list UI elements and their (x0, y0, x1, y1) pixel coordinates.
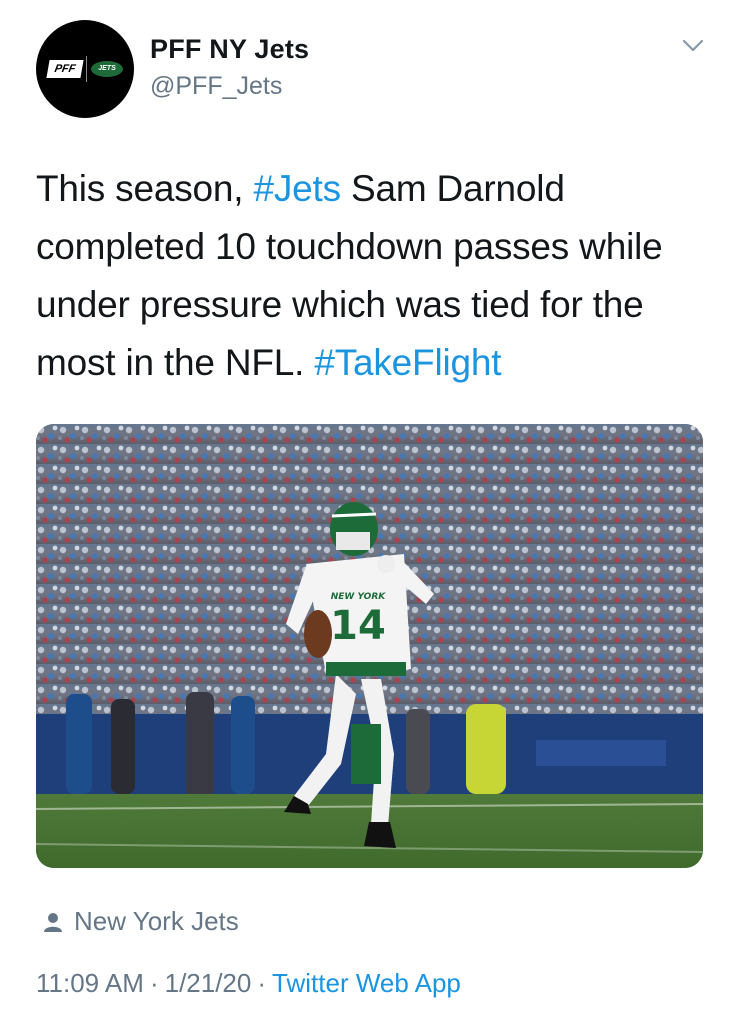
display-name[interactable]: PFF NY Jets (150, 34, 309, 65)
pff-logo: PFF (46, 60, 84, 78)
tweet-metadata: 11:09 AM · 1/21/20 · Twitter Web App (36, 968, 461, 999)
hashtag-takeflight[interactable]: #TakeFlight (314, 342, 501, 383)
logo-divider (86, 56, 87, 82)
user-handle[interactable]: @PFF_Jets (150, 72, 282, 101)
tweet-time[interactable]: 11:09 AM (36, 968, 144, 998)
chevron-down-icon[interactable] (682, 38, 704, 54)
avatar[interactable]: PFF JETS (36, 20, 134, 118)
tweet-source[interactable]: Twitter Web App (272, 968, 461, 998)
tweet-photo[interactable]: NEW YORK 14 (36, 424, 703, 868)
football-photo: NEW YORK 14 (36, 424, 703, 868)
tagged-user-name[interactable]: New York Jets (74, 906, 239, 937)
jets-logo: JETS (91, 61, 123, 77)
tweet-text-part1: This season, (36, 168, 254, 209)
hashtag-jets[interactable]: #Jets (253, 168, 341, 209)
meta-separator: · (149, 968, 159, 998)
jersey-number: 14 (330, 603, 386, 649)
tweet-date[interactable]: 1/21/20 (165, 968, 252, 998)
jersey-text: NEW YORK (331, 592, 387, 602)
tagged-users[interactable]: New York Jets (42, 906, 239, 937)
meta-separator: · (257, 968, 267, 998)
tweet-card: PFF JETS PFF NY Jets @PFF_Jets This seas… (0, 0, 738, 1024)
tweet-text: This season, #Jets Sam Darnold completed… (36, 160, 706, 392)
person-icon (44, 912, 62, 932)
